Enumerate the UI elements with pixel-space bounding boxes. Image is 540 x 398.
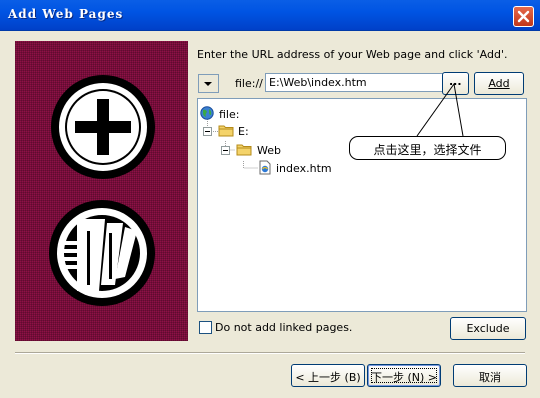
exclude-button-label: Exclude: [466, 322, 510, 335]
url-scheme-dropdown[interactable]: [198, 74, 219, 93]
back-button[interactable]: < 上一步 (B): [291, 364, 365, 387]
exclude-button[interactable]: Exclude: [450, 317, 526, 340]
add-button[interactable]: Add: [474, 72, 524, 95]
footer-divider: [15, 352, 525, 354]
tree-item-root[interactable]: file:: [219, 108, 239, 121]
cancel-button[interactable]: 取消: [453, 364, 527, 387]
url-input[interactable]: [265, 73, 447, 92]
title-bar[interactable]: Add Web Pages: [0, 0, 540, 31]
wizard-side-panel: [15, 41, 188, 341]
close-button[interactable]: [513, 6, 534, 27]
html-file-icon: [259, 160, 271, 175]
next-button[interactable]: 下一步 (N) >: [367, 364, 441, 387]
chevron-down-icon: [204, 82, 212, 86]
folder-icon: [218, 125, 234, 137]
url-scheme-label: file://: [235, 77, 263, 90]
close-icon: [517, 10, 530, 23]
tree-collapse-toggle[interactable]: [221, 146, 230, 155]
globe-icon: [200, 106, 214, 120]
no-linked-pages-label[interactable]: Do not add linked pages.: [215, 321, 352, 334]
add-button-label: Add: [488, 77, 510, 90]
no-linked-pages-checkbox[interactable]: [199, 321, 212, 334]
page-tree[interactable]: file: E: Web index.htm: [197, 98, 527, 312]
callout-tooltip: 点击这里，选择文件: [349, 136, 506, 160]
add-web-pages-dialog: Add Web Pages Enter the URL address of y…: [0, 0, 540, 398]
cancel-button-label: 取消: [479, 371, 501, 384]
tree-item-drive[interactable]: E:: [238, 125, 249, 138]
callout-text: 点击这里，选择文件: [373, 143, 482, 157]
web-pages-stack-icon: [49, 200, 155, 306]
next-button-label: 下一步 (N) >: [370, 371, 438, 384]
window-title: Add Web Pages: [8, 7, 124, 21]
back-button-label: < 上一步 (B): [295, 371, 361, 384]
tree-collapse-toggle[interactable]: [203, 127, 212, 136]
browse-button-label: ...: [449, 75, 462, 88]
tree-item-folder[interactable]: Web: [257, 144, 281, 157]
browse-button[interactable]: ...: [442, 72, 469, 95]
plus-circle-icon: [51, 75, 155, 179]
url-instruction: Enter the URL address of your Web page a…: [197, 48, 508, 61]
tree-item-file[interactable]: index.htm: [276, 162, 332, 175]
folder-icon: [236, 144, 252, 156]
